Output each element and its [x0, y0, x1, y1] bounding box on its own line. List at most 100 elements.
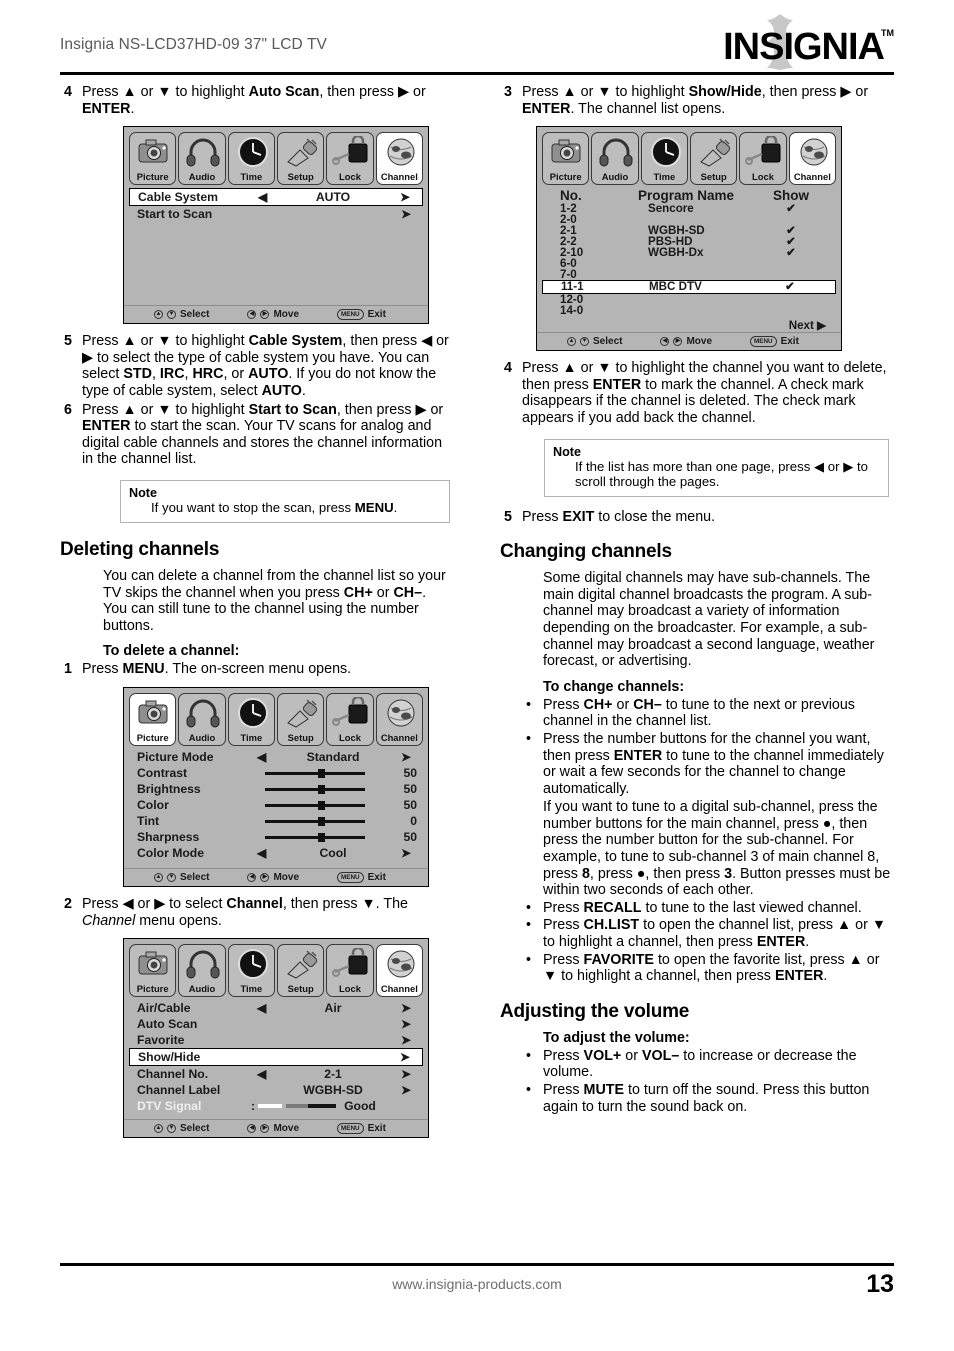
osd-row-favorite[interactable]: Favorite ➤	[129, 1032, 423, 1048]
table-row[interactable]: 7-0	[542, 269, 836, 281]
bullet-text: Press the number buttons for the channel…	[543, 730, 891, 899]
osd-row-contrast[interactable]: Contrast 50	[129, 765, 423, 781]
list-item: • Press CH+ or CH– to tune to the next o…	[521, 697, 892, 730]
changing-channels-paragraph: Some digital channels may have sub-chann…	[543, 570, 875, 670]
osd-tab-lock[interactable]: Lock	[739, 132, 787, 186]
list-item: • Press MUTE to turn off the sound. Pres…	[521, 1082, 892, 1115]
sharpness-slider[interactable]	[257, 830, 379, 844]
step-text: Press EXIT to close the menu.	[522, 508, 716, 525]
osd-row-tint[interactable]: Tint 0	[129, 813, 423, 829]
osd-row-start-to-scan[interactable]: Start to Scan ➤	[129, 206, 423, 222]
right-arrow-icon[interactable]: ➤	[401, 1001, 411, 1015]
osd-row-cable-system[interactable]: Cable System ◀ AUTO ➤	[129, 188, 423, 207]
osd-tab-setup[interactable]: Setup	[689, 132, 738, 186]
osd-tab-picture[interactable]: Picture	[129, 692, 177, 746]
table-row[interactable]: 14-0	[542, 305, 836, 317]
osd-row-color-mode[interactable]: Color Mode ◀ Cool ➤	[129, 845, 423, 861]
step-number: 1	[64, 661, 72, 678]
osd-tab-audio[interactable]: Audio	[178, 692, 226, 746]
note-title: Note	[129, 485, 157, 500]
osd-tab-channel[interactable]: Channel	[375, 692, 423, 746]
table-row[interactable]: 1-2 Sencore ✔	[542, 202, 836, 216]
right-arrow-icon[interactable]: ➤	[401, 750, 411, 764]
brightness-slider[interactable]	[257, 782, 379, 796]
bullet-icon: •	[526, 951, 532, 968]
column-header-no: No.	[560, 188, 582, 204]
left-arrow-icon[interactable]: ◀	[257, 1001, 266, 1015]
osd-menu-body: Air/Cable ◀ Air ➤ Auto Scan ➤ Favorite ➤	[129, 997, 423, 1119]
osd-tab-picture[interactable]: Picture	[129, 132, 177, 186]
osd-tab-audio[interactable]: Audio	[178, 944, 226, 998]
program-name: Sencore	[648, 202, 694, 216]
osd-tab-picture[interactable]: Picture	[542, 132, 590, 186]
osd-tab-audio[interactable]: Audio	[178, 132, 226, 186]
osd-row-picture-mode[interactable]: Picture Mode ◀ Standard ➤	[129, 749, 423, 765]
osd-row-auto-scan[interactable]: Auto Scan ➤	[129, 1016, 423, 1032]
osd-tab-setup[interactable]: Setup	[276, 692, 325, 746]
osd-hint-bar: ▲ ▼ Select ◀ ▶ Move MENU Exit	[124, 305, 428, 324]
osd-row-air-cable[interactable]: Air/Cable ◀ Air ➤	[129, 1000, 423, 1016]
osd-tab-time[interactable]: Time	[227, 132, 275, 186]
headphones-icon	[186, 138, 220, 167]
osd-tab-setup[interactable]: Setup	[276, 132, 325, 186]
osd-tab-picture[interactable]: Picture	[129, 944, 177, 998]
osd-row-channel-no[interactable]: Channel No. ◀ 2-1 ➤	[129, 1066, 423, 1082]
right-arrow-icon[interactable]: ➤	[400, 190, 410, 204]
color-slider[interactable]	[257, 798, 379, 812]
osd-row-value: 2-1	[324, 1067, 342, 1082]
osd-row-value: 50	[403, 781, 417, 796]
right-arrow-icon[interactable]: ➤	[401, 1083, 411, 1097]
list-item: • Press RECALL to tune to the last viewe…	[521, 900, 892, 917]
right-column: 3 Press ▲ or ▼ to highlight Show/Hide, t…	[500, 84, 892, 1116]
osd-tab-audio[interactable]: Audio	[591, 132, 639, 186]
tint-slider[interactable]	[257, 814, 379, 828]
right-arrow-icon[interactable]: ➤	[401, 1017, 411, 1031]
osd-tab-lock[interactable]: Lock	[326, 132, 374, 186]
right-arrow-icon[interactable]: ➤	[401, 207, 411, 221]
osd-row-channel-label[interactable]: Channel Label WGBH-SD ➤	[129, 1082, 423, 1098]
right-arrow-icon[interactable]: ➤	[400, 1050, 410, 1064]
left-arrow-icon[interactable]: ◀	[257, 846, 266, 860]
satellite-globe-icon	[800, 138, 828, 166]
table-row-selected[interactable]: 11-1 MBC DTV ✔	[542, 280, 836, 295]
osd-tab-channel[interactable]: Channel	[375, 944, 423, 998]
osd-tab-channel[interactable]: Channel	[788, 132, 836, 186]
osd-row-label: Picture Mode	[137, 749, 214, 764]
table-row[interactable]: 12-0	[542, 294, 836, 306]
osd-tab-setup[interactable]: Setup	[276, 944, 325, 998]
headphones-icon	[186, 950, 220, 979]
osd-row-sharpness[interactable]: Sharpness 50	[129, 829, 423, 845]
contrast-slider[interactable]	[257, 766, 379, 780]
right-arrow-icon[interactable]: ➤	[401, 1067, 411, 1081]
osd-tab-channel[interactable]: Channel	[375, 132, 423, 186]
osd-tab-time[interactable]: Time	[227, 692, 275, 746]
subheading-to-change-channels: To change channels:	[543, 678, 685, 695]
osd-tab-lock[interactable]: Lock	[326, 692, 374, 746]
osd-row-show-hide[interactable]: Show/Hide ➤	[129, 1048, 423, 1067]
document-title: Insignia NS-LCD37HD-09 37" LCD TV	[60, 36, 327, 53]
osd-tab-label: Lock	[339, 983, 361, 995]
osd-row-label: Sharpness	[137, 829, 200, 844]
osd-tab-lock[interactable]: Lock	[326, 944, 374, 998]
osd-tab-label: Channel	[380, 171, 418, 183]
left-arrow-icon[interactable]: ◀	[257, 1067, 266, 1081]
next-page-button[interactable]: Next ▶	[542, 316, 836, 332]
osd-row-value: 50	[403, 829, 417, 844]
osd-row-label: Contrast	[137, 765, 188, 780]
osd-tab-time[interactable]: Time	[227, 944, 275, 998]
table-row[interactable]: 6-0	[542, 258, 836, 270]
osd-tab-label: Setup	[287, 731, 314, 743]
up-key-icon: ▲	[154, 310, 163, 320]
left-arrow-icon[interactable]: ◀	[257, 750, 266, 764]
right-arrow-icon[interactable]: ➤	[401, 1033, 411, 1047]
change-channels-bullet-list: • Press CH+ or CH– to tune to the next o…	[521, 697, 892, 985]
osd-tab-label: Setup	[700, 171, 727, 183]
left-arrow-icon[interactable]: ◀	[258, 190, 267, 204]
osd-row-brightness[interactable]: Brightness 50	[129, 781, 423, 797]
osd-tab-time[interactable]: Time	[640, 132, 688, 186]
right-arrow-icon[interactable]: ➤	[401, 846, 411, 860]
table-row[interactable]: 2-10 WGBH-Dx ✔	[542, 247, 836, 259]
right-key-icon: ▶	[260, 1124, 270, 1134]
show-checkmark-icon	[752, 269, 830, 280]
osd-row-color[interactable]: Color 50	[129, 797, 423, 813]
